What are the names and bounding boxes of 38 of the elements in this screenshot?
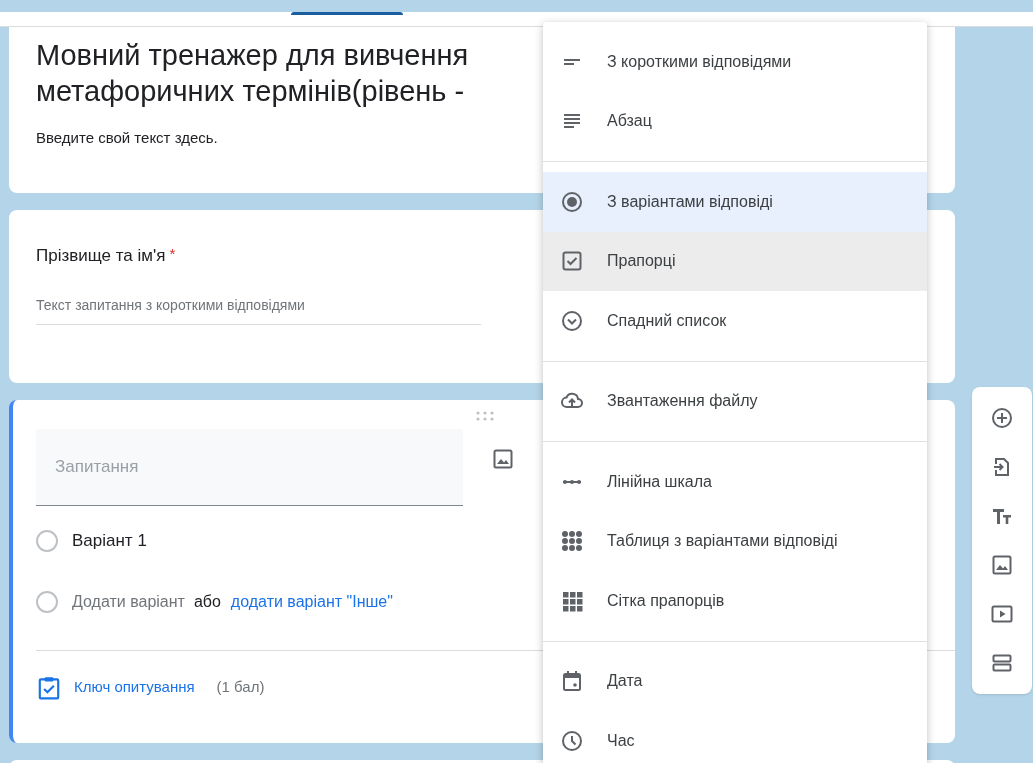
radio-icon bbox=[560, 189, 584, 214]
short-text-icon bbox=[564, 58, 580, 65]
required-mark: * bbox=[169, 244, 176, 264]
add-icon bbox=[990, 406, 1014, 430]
menu-item[interactable]: Звантаження файлу bbox=[543, 371, 927, 431]
option-label[interactable]: Варіант 1 bbox=[72, 528, 147, 554]
menu-item[interactable]: З короткими відповідями bbox=[543, 32, 927, 92]
add-other-link[interactable]: додати варіант "Інше" bbox=[230, 589, 393, 614]
form-description[interactable]: Введите свой текст здесь. bbox=[36, 127, 218, 150]
menu-item[interactable]: Таблиця з варіантами відповіді bbox=[543, 511, 927, 571]
menu-item[interactable]: Дата bbox=[543, 651, 927, 711]
short-answer-field: Текст запитання з короткими відповідями bbox=[36, 294, 481, 325]
menu-item[interactable]: Прапорці bbox=[543, 231, 927, 291]
menu-item[interactable]: Лінійна шкала bbox=[543, 452, 927, 512]
image-icon bbox=[491, 447, 515, 471]
menu-item[interactable]: Сітка прапорців bbox=[543, 571, 927, 631]
clipboard-check-icon bbox=[36, 674, 62, 701]
clock-icon bbox=[560, 728, 584, 753]
dot-grid-icon bbox=[560, 529, 584, 554]
or-text: або bbox=[193, 591, 221, 612]
form-title[interactable]: Мовний тренажер для вивчення bbox=[36, 37, 469, 73]
linear-scale-icon bbox=[562, 478, 582, 485]
menu-item[interactable]: Спадний список bbox=[543, 291, 927, 351]
question-title: Прізвище та ім'я bbox=[36, 245, 166, 267]
image-icon bbox=[990, 553, 1014, 577]
radio-button[interactable] bbox=[36, 529, 58, 552]
dropdown-icon bbox=[560, 308, 584, 333]
add-option-field[interactable]: Додати варіант bbox=[72, 589, 185, 614]
calendar-icon bbox=[560, 669, 584, 694]
points-label: (1 бал) bbox=[216, 677, 265, 698]
checkbox-icon bbox=[560, 249, 584, 274]
drag-handle-icon[interactable] bbox=[475, 410, 495, 422]
menu-item[interactable]: Час bbox=[543, 711, 927, 763]
answer-key-link[interactable]: Ключ опитування bbox=[74, 676, 195, 699]
menu-item[interactable]: Абзац bbox=[543, 91, 927, 151]
menu-item[interactable]: З варіантами відповіді bbox=[543, 172, 927, 232]
form-title[interactable]: метафоричних термінів(рівень - bbox=[36, 73, 465, 109]
toolbar-button[interactable] bbox=[989, 405, 1015, 431]
